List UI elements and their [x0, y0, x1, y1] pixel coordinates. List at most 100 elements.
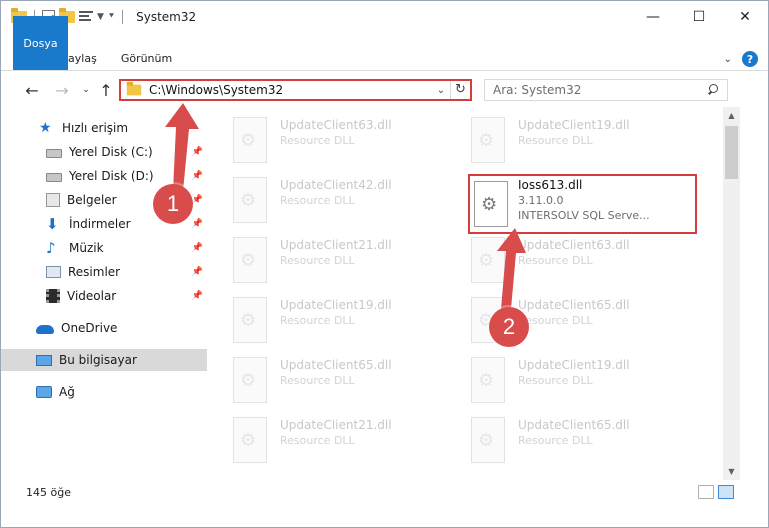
window-controls: — ☐ ✕ — [630, 1, 768, 32]
file-name: UpdateClient42.dll — [280, 178, 392, 192]
tab-file[interactable]: Dosya — [13, 16, 68, 70]
view-switcher — [698, 485, 734, 499]
pin-icon[interactable]: 📌 — [192, 147, 203, 157]
pictures-icon — [46, 266, 61, 278]
sidebar-item-label: Belgeler — [67, 193, 117, 207]
file-item[interactable]: UpdateClient65.dll Resource DLL — [217, 353, 447, 407]
sidebar-item-this-pc[interactable]: Bu bilgisayar — [1, 349, 207, 371]
dll-file-icon — [471, 417, 505, 463]
window-title: System32 — [136, 9, 197, 24]
sidebar-item-pictures[interactable]: Resimler 📌 — [1, 261, 207, 283]
vertical-scrollbar[interactable]: ▲ ▼ — [723, 107, 740, 480]
file-item[interactable]: UpdateClient63.dll Resource DLL — [455, 233, 685, 287]
file-name: UpdateClient65.dll — [518, 418, 630, 432]
file-description: Resource DLL — [518, 134, 593, 147]
sidebar-item-network[interactable]: Ağ — [1, 381, 207, 403]
file-description: Resource DLL — [280, 314, 355, 327]
sidebar-item-music[interactable]: ♪ Müzik 📌 — [1, 237, 207, 259]
up-arrow-icon[interactable]: ↑ — [97, 80, 115, 100]
file-item[interactable]: UpdateClient19.dll Resource DLL — [217, 293, 447, 347]
pin-icon[interactable]: 📌 — [192, 195, 203, 205]
file-description: Resource DLL — [280, 194, 355, 207]
file-item[interactable]: UpdateClient21.dll Resource DLL — [217, 413, 447, 467]
close-button[interactable]: ✕ — [722, 1, 768, 32]
address-path[interactable]: C:\Windows\System32 — [149, 83, 432, 97]
sidebar-item-label: Ağ — [59, 385, 75, 399]
file-name: Ioss613.dll — [518, 178, 583, 192]
file-version: 3.11.0.0 — [518, 194, 564, 207]
star-icon: ★ — [39, 120, 52, 136]
navigation-bar: ← → ⌄ ↑ C:\Windows\System32 ⌄ ↻ — [1, 74, 768, 106]
refresh-icon[interactable]: ↻ — [450, 81, 470, 99]
videos-icon — [46, 289, 60, 303]
help-icon[interactable]: ? — [742, 51, 758, 67]
file-name: UpdateClient21.dll — [280, 238, 392, 252]
sidebar-item-label: Hızlı erişim — [62, 121, 129, 135]
downloads-icon: ⬇ — [46, 215, 59, 233]
tab-view[interactable]: Görünüm — [109, 46, 184, 70]
navigation-pane: ★ Hızlı erişim Yerel Disk (C:) 📌 Yerel D… — [1, 113, 207, 473]
forward-arrow-icon[interactable]: → — [53, 80, 71, 100]
pin-icon[interactable]: 📌 — [192, 267, 203, 277]
recent-locations-icon[interactable]: ⌄ — [77, 80, 95, 100]
expand-ribbon-icon[interactable]: ⌄ — [724, 54, 732, 65]
network-icon — [36, 386, 52, 398]
pin-icon[interactable]: 📌 — [192, 219, 203, 229]
sidebar-item-label: Yerel Disk (D:) — [69, 169, 154, 183]
address-dropdown-icon[interactable]: ⌄ — [432, 85, 450, 96]
file-name: UpdateClient19.dll — [518, 118, 630, 132]
file-item[interactable]: UpdateClient63.dll Resource DLL — [217, 113, 447, 167]
file-description: Resource DLL — [280, 434, 355, 447]
search-box[interactable] — [484, 79, 728, 101]
file-name: UpdateClient21.dll — [280, 418, 392, 432]
file-name: UpdateClient63.dll — [518, 238, 630, 252]
pin-icon[interactable]: 📌 — [192, 171, 203, 181]
file-item-ioss613-dll[interactable]: Ioss613.dll 3.11.0.0 INTERSOLV SQL Serve… — [468, 174, 697, 234]
file-name: UpdateClient19.dll — [280, 298, 392, 312]
details-view-icon[interactable] — [698, 485, 714, 499]
scroll-down-icon[interactable]: ▼ — [723, 463, 740, 480]
file-item[interactable]: UpdateClient65.dll Resource DLL — [455, 413, 685, 467]
properties-icon[interactable] — [79, 10, 93, 23]
file-item[interactable]: UpdateClient42.dll Resource DLL — [217, 173, 447, 227]
title-divider — [122, 9, 124, 24]
file-item[interactable]: UpdateClient21.dll Resource DLL — [217, 233, 447, 287]
pin-icon[interactable]: 📌 — [192, 243, 203, 253]
step-badge-1: 1 — [153, 184, 193, 224]
pin-icon[interactable]: 📌 — [192, 291, 203, 301]
address-folder-icon — [126, 81, 142, 96]
file-item[interactable]: UpdateClient19.dll Resource DLL — [455, 113, 685, 167]
search-input[interactable] — [493, 83, 707, 97]
dll-file-icon — [233, 237, 267, 283]
dll-file-icon — [233, 357, 267, 403]
search-icon[interactable] — [707, 84, 719, 96]
status-bar: 145 öğe — [1, 481, 768, 503]
sidebar-item-videos[interactable]: Videolar 📌 — [1, 285, 207, 307]
minimize-button[interactable]: — — [630, 1, 676, 32]
maximize-button[interactable]: ☐ — [676, 1, 722, 32]
dll-file-icon — [233, 117, 267, 163]
sidebar-item-quick-access[interactable]: ★ Hızlı erişim — [1, 117, 207, 139]
file-description: Resource DLL — [518, 374, 593, 387]
scroll-thumb[interactable] — [725, 126, 738, 179]
file-list: UpdateClient63.dll Resource DLL UpdateCl… — [217, 113, 723, 473]
large-icons-view-icon[interactable] — [718, 485, 734, 499]
sidebar-item-onedrive[interactable]: OneDrive — [1, 317, 207, 339]
file-description: Resource DLL — [518, 254, 593, 267]
dll-file-icon — [233, 417, 267, 463]
dll-file-icon — [233, 297, 267, 343]
sidebar-item-label: OneDrive — [61, 321, 118, 335]
scroll-up-icon[interactable]: ▲ — [723, 107, 740, 124]
sidebar-item-disk-c[interactable]: Yerel Disk (C:) 📌 — [1, 141, 207, 163]
dll-file-icon — [471, 357, 505, 403]
back-arrow-icon[interactable]: ← — [23, 80, 41, 100]
drive-icon — [46, 149, 62, 158]
file-item[interactable]: UpdateClient19.dll Resource DLL — [455, 353, 685, 407]
qat-down-icon[interactable]: ⯆ — [108, 12, 115, 22]
customize-dropdown-icon[interactable]: ▼ — [97, 12, 104, 22]
address-bar[interactable]: C:\Windows\System32 ⌄ ↻ — [119, 79, 472, 101]
dll-file-icon — [471, 117, 505, 163]
dll-file-icon — [471, 237, 505, 283]
sidebar-item-label: Bu bilgisayar — [59, 353, 137, 367]
file-description: Resource DLL — [280, 374, 355, 387]
